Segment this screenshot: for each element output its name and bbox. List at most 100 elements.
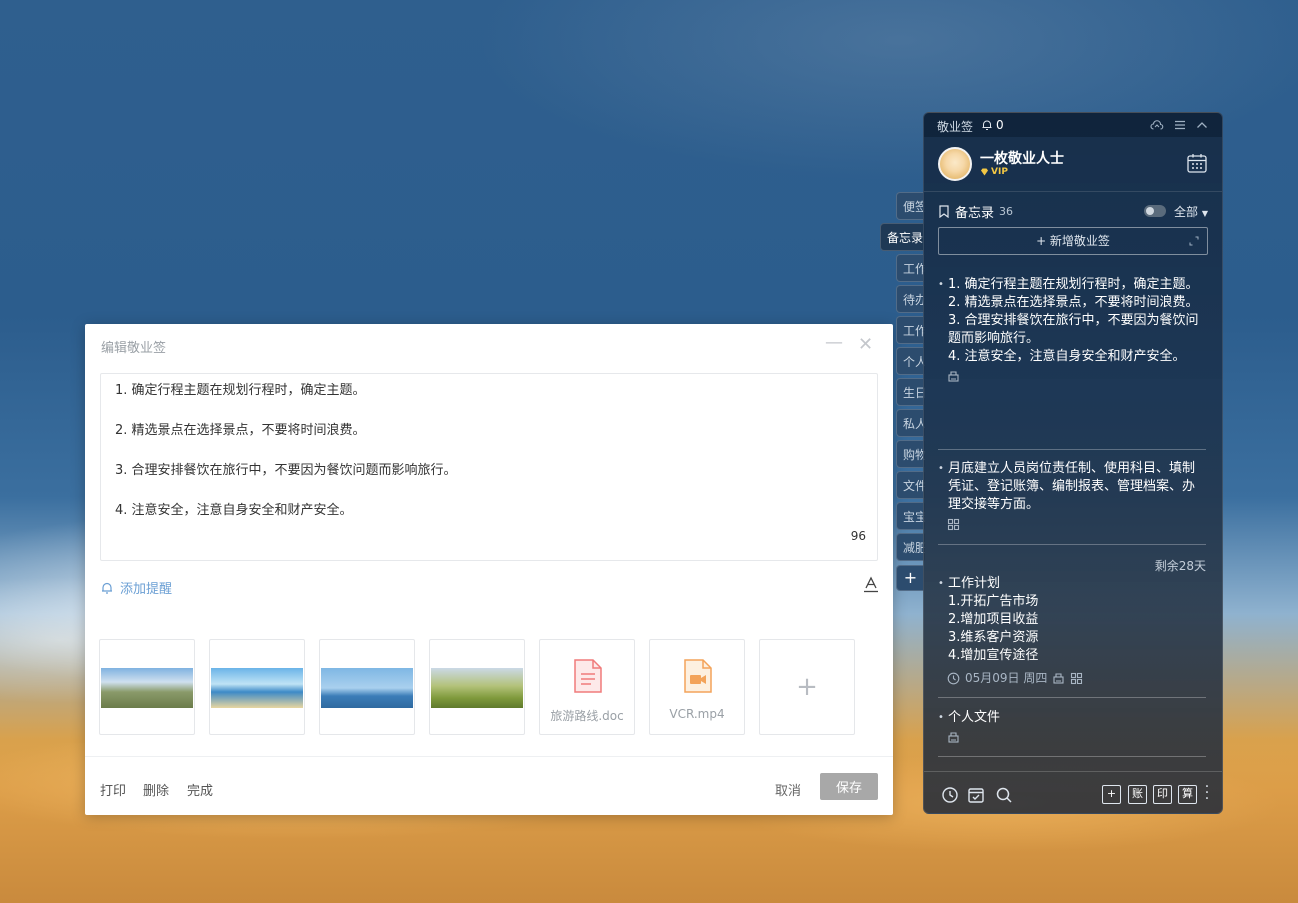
list-item[interactable]: • 工作计划 1.开拓广告市场 2.增加项目收益 3.维系客户资源 4.增加宣传… [938,575,1206,687]
tab-category[interactable]: 宝宝 [896,502,925,530]
note-meta: 05月09日 周四 [938,669,1206,687]
note-line: 3.维系客户资源 [948,630,1039,645]
note-line: 月底建立人员岗位责任制、使用科目、填制 [948,461,1196,476]
expand-icon[interactable] [1188,235,1200,247]
note-line: 1. 确定行程主题在规划行程时，确定主题。 [948,277,1199,292]
printer-icon [1053,672,1064,684]
print-button[interactable]: 打印 [100,780,126,799]
note-line: 1. 确定行程主题在规划行程时，确定主题。 [115,383,366,398]
vip-badge: VIP [980,167,1008,177]
tab-category[interactable]: 工作 [896,254,925,282]
note-widget-panel: 敬业签 0 一枚敬业人士 VIP 备忘录 36 全部 ▼ + 新增敬业签 • 1… [923,112,1223,814]
note-line: 2. 精选景点在选择景点，不要将时间浪费。 [948,295,1199,310]
close-icon[interactable]: ✕ [858,334,873,355]
char-count: 96 [850,529,866,543]
collapse-icon[interactable] [1195,118,1209,132]
more-icon[interactable]: · · · [1204,780,1210,806]
user-profile: 一枚敬业人士 VIP [938,147,1208,181]
note-meta [938,518,1206,531]
image-thumbnail [321,668,413,708]
calendar-icon[interactable] [1186,152,1208,174]
memo-header: 备忘录 36 全部 ▼ [938,202,1208,222]
minimize-icon[interactable]: — [825,332,843,353]
filter-label: 全部 [1174,205,1199,219]
stamp-icon[interactable]: 印 [1153,785,1172,804]
tab-category[interactable]: 减肥 [896,533,925,561]
search-icon[interactable] [995,786,1013,804]
note-line: 工作计划 [948,576,1001,591]
account-icon[interactable]: 账 [1128,785,1147,804]
divider [938,544,1206,545]
edit-note-dialog: 编辑敬业签 — ✕ 1. 确定行程主题在规划行程时，确定主题。 2. 精选景点在… [85,324,893,815]
image-thumbnail [211,668,303,708]
history-clock-icon[interactable] [941,786,959,804]
attachment-image[interactable] [209,639,305,735]
note-line: 4. 注意安全，注意自身安全和财产安全。 [948,349,1186,364]
attachment-filename: 旅游路线.doc [550,709,624,723]
tab-category[interactable]: 私人 [896,409,925,437]
done-button[interactable]: 完成 [187,780,213,799]
video-file-icon [684,659,712,693]
list-item[interactable]: • 月底建立人员岗位责任制、使用科目、填制 凭证、登记账簿、编制报表、管理档案、… [938,460,1206,531]
note-meta [938,370,1206,383]
image-thumbnail [101,668,193,708]
attachment-video[interactable]: VCR.mp4 [649,639,745,735]
divider [938,756,1206,757]
cloud-sync-icon[interactable] [1150,118,1164,132]
delete-button[interactable]: 删除 [143,780,169,799]
add-category-button[interactable]: + [896,565,924,591]
cancel-button[interactable]: 取消 [775,780,801,799]
attachment-filename: VCR.mp4 [669,707,725,721]
memo-title-label: 备忘录 [955,206,995,221]
add-reminder-label: 添加提醒 [120,582,173,597]
attachment-image[interactable] [429,639,525,735]
menu-icon[interactable] [1173,118,1187,132]
user-name: 一枚敬业人士 [980,151,1064,167]
note-meta [938,731,1206,744]
add-attachment-button[interactable]: + [759,639,855,735]
attachment-image[interactable] [319,639,415,735]
save-button[interactable]: 保存 [820,773,878,800]
printer-icon [948,732,959,743]
calculator-icon[interactable]: 算 [1178,785,1197,804]
notification-bell[interactable]: 0 [981,118,1004,132]
note-line: 3. 合理安排餐饮在旅行中，不要因为餐饮问 [948,313,1199,328]
tab-category[interactable]: 生日 [896,378,925,406]
dialog-title: 编辑敬业签 [101,341,167,356]
attachment-doc[interactable]: 旅游路线.doc [539,639,635,735]
tab-category[interactable]: 待办 [896,285,925,313]
list-item[interactable]: • 1. 确定行程主题在规划行程时，确定主题。 2. 精选景点在选择景点，不要将… [938,276,1206,383]
vip-label: VIP [991,167,1008,177]
tab-category-active[interactable]: 备忘录 [880,223,925,251]
note-line: 4.增加宣传途径 [948,648,1039,663]
add-reminder-button[interactable]: 添加提醒 [100,578,172,597]
dialog-header: 编辑敬业签 — ✕ [85,324,893,366]
divider [938,449,1206,450]
note-line: 题而影响旅行。 [948,331,1040,346]
printer-icon [948,371,959,382]
view-toggle[interactable] [1144,205,1166,217]
bullet: • [938,578,944,589]
todo-check-icon[interactable] [967,786,985,804]
note-line: 3. 合理安排餐饮在旅行中，不要因为餐饮问题而影响旅行。 [115,463,457,478]
bell-icon [982,120,992,130]
divider [924,191,1222,192]
add-note-button[interactable]: + 新增敬业签 [938,227,1208,255]
tab-category[interactable]: 个人 [896,347,925,375]
tab-category[interactable]: 工作 [896,316,925,344]
note-line: 2.增加项目收益 [948,612,1039,627]
filter-dropdown[interactable]: 全部 ▼ [1174,203,1208,220]
avatar[interactable] [938,147,972,181]
tab-category[interactable]: 便签 [896,192,925,220]
note-content-editor[interactable]: 1. 确定行程主题在规划行程时，确定主题。 2. 精选景点在选择景点，不要将时间… [100,373,878,561]
divider [938,697,1206,698]
qr-code-icon [1071,672,1083,684]
note-line: 1.开拓广告市场 [948,594,1039,609]
diamond-icon [981,168,988,176]
list-item[interactable]: • 个人文件 [938,709,1206,744]
add-icon[interactable]: + [1102,785,1121,804]
attachment-image[interactable] [99,639,195,735]
tab-category[interactable]: 购物 [896,440,925,468]
font-style-icon[interactable] [863,576,879,594]
tab-category[interactable]: 文件 [896,471,925,499]
